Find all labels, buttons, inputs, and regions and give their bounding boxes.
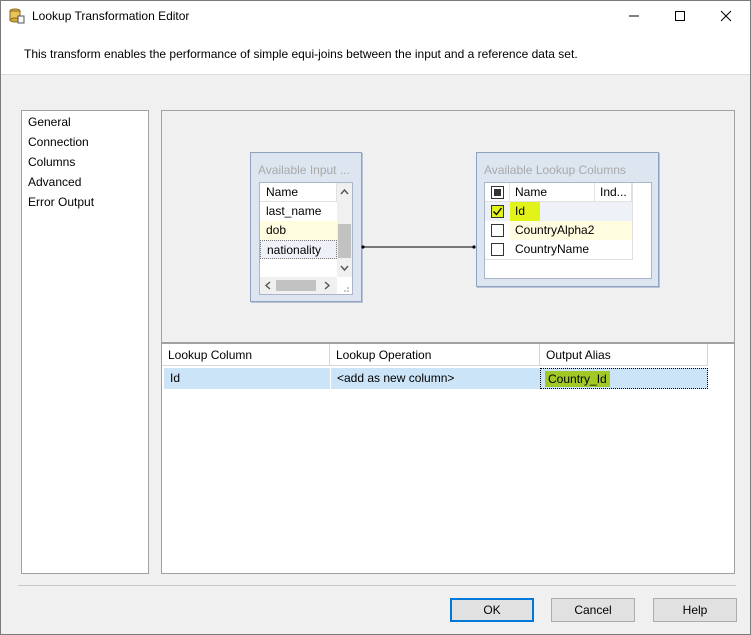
close-icon: [720, 10, 732, 22]
close-button[interactable]: [703, 1, 749, 31]
lookup-column-grid: Name Ind... Id CountryAlpha2 CountryName: [484, 182, 652, 279]
window-title: Lookup Transformation Editor: [32, 9, 190, 23]
intro-text: This transform enables the performance o…: [24, 47, 578, 61]
output-alias-text: Country_Id: [545, 371, 610, 387]
mapping-alias-cell[interactable]: Country_Id: [540, 368, 708, 389]
scroll-up-icon: [340, 188, 349, 195]
lookup-name-id: Id: [510, 202, 540, 221]
mapping-operation-cell[interactable]: <add as new column>: [330, 368, 540, 389]
cancel-button[interactable]: Cancel: [551, 598, 635, 622]
available-lookup-title: Available Lookup Columns: [484, 163, 626, 177]
input-row-nationality[interactable]: nationality: [260, 240, 337, 259]
header-lookup-column: Lookup Column: [162, 344, 330, 366]
footer-divider: [18, 585, 736, 586]
maximize-button[interactable]: [657, 1, 703, 31]
lookup-name-countryname[interactable]: CountryName: [510, 240, 595, 259]
lookup-row-id[interactable]: [485, 202, 632, 221]
select-all-checkbox[interactable]: [491, 186, 504, 199]
resize-grip-icon: [344, 287, 349, 292]
available-lookup-table[interactable]: Available Lookup Columns Name Ind... Id: [476, 152, 659, 287]
mapping-lookup-column-cell[interactable]: Id: [164, 368, 330, 389]
scroll-down-icon: [340, 265, 349, 272]
page-nav-list: General Connection Columns Advanced Erro…: [21, 110, 149, 574]
lookup-countryname-checkbox[interactable]: [491, 243, 504, 256]
grid-divider: [485, 259, 633, 260]
header-lookup-operation: Lookup Operation: [330, 344, 540, 366]
minimize-button[interactable]: [611, 1, 657, 31]
lookup-countryalpha2-checkbox[interactable]: [491, 224, 504, 237]
lookup-row-index-cell: [595, 221, 632, 240]
mapping-connector-line[interactable]: [361, 242, 477, 252]
horizontal-scroll-thumb[interactable]: [276, 280, 316, 291]
maximize-icon: [675, 11, 685, 21]
nav-item-error-output[interactable]: Error Output: [28, 193, 94, 211]
lookup-id-checkbox[interactable]: [491, 205, 504, 218]
input-row-dob[interactable]: dob: [260, 221, 337, 240]
input-column-grid: Name last_name dob nationality: [259, 182, 353, 295]
input-name-header: Name: [260, 183, 337, 202]
minimize-icon: [629, 15, 639, 17]
lookup-index-header: Ind...: [595, 183, 632, 202]
nav-item-connection[interactable]: Connection: [28, 133, 89, 151]
indeterminate-mark: [494, 189, 501, 196]
app-icon: [9, 8, 25, 24]
lookup-name-header: Name: [510, 183, 595, 202]
available-input-table[interactable]: Available Input ... Name last_name dob n…: [250, 152, 362, 302]
help-button[interactable]: Help: [653, 598, 737, 622]
select-all-header: [485, 183, 510, 202]
input-row-last-name[interactable]: last_name: [260, 202, 337, 221]
header-output-alias: Output Alias: [540, 344, 708, 366]
intro-panel: This transform enables the performance o…: [1, 31, 750, 75]
nav-item-columns[interactable]: Columns: [28, 153, 75, 171]
input-vertical-scrollbar[interactable]: [337, 183, 352, 277]
scroll-left-icon: [264, 281, 271, 290]
input-horizontal-scrollbar[interactable]: [260, 277, 337, 294]
ok-button[interactable]: OK: [450, 598, 534, 622]
vertical-scroll-thumb[interactable]: [338, 224, 351, 258]
nav-item-general[interactable]: General: [28, 113, 71, 131]
available-input-title: Available Input ...: [258, 163, 350, 177]
check-icon: [493, 207, 503, 216]
lookup-mapping-grid: Lookup Column Lookup Operation Output Al…: [161, 343, 735, 574]
nav-item-advanced[interactable]: Advanced: [28, 173, 81, 191]
lookup-editor-window: Lookup Transformation Editor This transf…: [0, 0, 751, 635]
columns-designer: Available Input ... Name last_name dob n…: [161, 110, 735, 343]
scroll-right-icon: [324, 281, 331, 290]
lookup-name-countryalpha2[interactable]: CountryAlpha2: [510, 221, 595, 240]
grid-divider: [632, 183, 633, 259]
title-bar: Lookup Transformation Editor: [1, 1, 750, 31]
